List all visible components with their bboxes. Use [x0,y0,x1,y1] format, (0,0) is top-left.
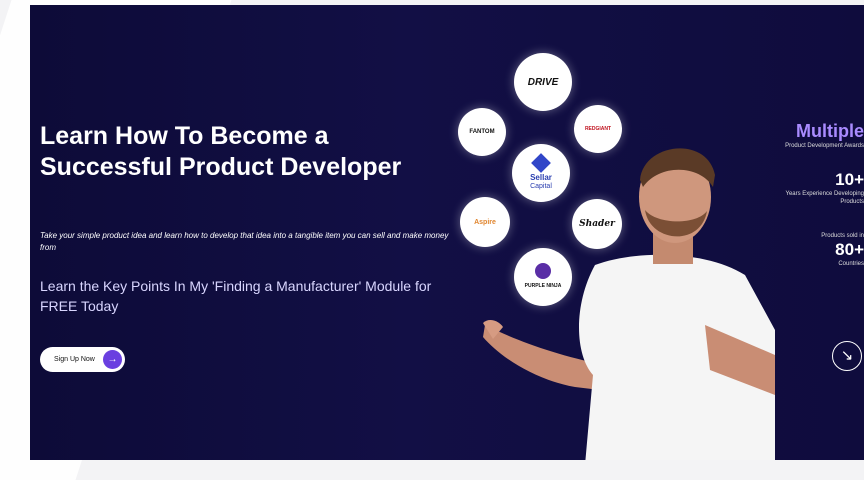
multiple-stat: Multiple [796,121,864,141]
stats-panel: Multiple Product Development Awards 10+ … [744,121,864,268]
years-value: 10+ [835,170,864,189]
arrow-right-icon: → [103,350,122,369]
countries-label: Countries [838,261,864,267]
hero-title: Learn How To Become a Successful Product… [40,122,402,181]
hero-banner: Learn How To Become a Successful Product… [30,5,864,460]
sign-up-button[interactable]: Sign Up Now → [40,347,125,372]
years-label: Years Experience Developing Products [785,191,864,205]
presenter-photo [483,148,775,460]
sold-label: Products sold in [821,233,864,239]
drive-logo: DRIVE [514,53,572,111]
countries-value: 80+ [835,240,864,259]
arrow-down-right-icon: ↘ [840,347,854,364]
arrow-down-right-button[interactable]: ↘ [832,341,862,371]
sign-up-label: Sign Up Now [54,356,95,363]
hero-subtitle: Take your simple product idea and learn … [40,231,449,252]
hero-lead: Learn the Key Points In My 'Finding a Ma… [40,278,432,314]
awards-label: Product Development Awards [785,143,864,149]
drive-logo-text: DRIVE [527,76,559,88]
